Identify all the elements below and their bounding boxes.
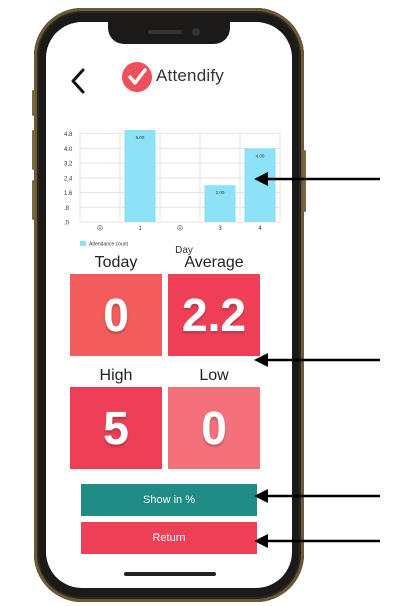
- arrow-to-show-percent-icon: [254, 489, 380, 503]
- phone-notch: [108, 22, 230, 44]
- y-tick-label: .8: [64, 206, 70, 212]
- y-tick-label: 4.0: [64, 147, 73, 153]
- y-tick-label: 2.4: [64, 176, 73, 182]
- attendance-bar-chart: .0 .8 1.6 2.4 3.2 4.0 4.8 ☹ 5.00 1 ☹ 2.00 3 4.00 4 Atte…: [64, 130, 281, 256]
- speaker-grille: [148, 30, 182, 34]
- front-camera: [192, 28, 200, 36]
- data-label: 4.00: [256, 153, 265, 158]
- data-label: 2.00: [216, 190, 225, 195]
- chevron-left-icon: [71, 68, 85, 94]
- x-tick-label: 1: [138, 226, 142, 232]
- arrow-to-chart-icon: [254, 172, 380, 186]
- data-label: 5.00: [136, 135, 145, 140]
- y-tick-label: 4.8: [64, 132, 73, 138]
- high-value-tile: 5: [70, 387, 162, 469]
- y-tick-label: 1.6: [64, 191, 73, 197]
- arrow-to-return-icon: [254, 534, 380, 548]
- app-title: Attendify: [156, 66, 224, 85]
- phone-volume-up-button: [32, 130, 35, 170]
- phone-side-button: [32, 90, 35, 116]
- x-tick-label: ☹: [97, 225, 103, 232]
- app-logo: [122, 62, 152, 92]
- x-tick-label: 4: [258, 226, 262, 232]
- average-value-tile: 2.2: [168, 274, 260, 356]
- today-label: Today: [94, 254, 138, 271]
- phone-volume-down-button: [32, 180, 35, 220]
- y-tick-label: 3.2: [64, 162, 73, 168]
- high-label: High: [99, 367, 133, 384]
- back-button[interactable]: [66, 66, 92, 96]
- low-label: Low: [199, 367, 229, 384]
- legend-swatch: [80, 241, 86, 246]
- return-button[interactable]: Return: [81, 522, 257, 554]
- legend-label: Attendance count: [89, 242, 129, 248]
- low-value-tile: 0: [168, 387, 260, 469]
- home-indicator: [124, 572, 216, 576]
- checkmark-icon: [128, 68, 147, 85]
- y-tick-label: .0: [64, 221, 70, 227]
- average-label: Average: [184, 254, 244, 271]
- x-tick-label: 3: [218, 226, 222, 232]
- x-tick-label: ☹: [177, 225, 183, 232]
- show-percent-button[interactable]: Show in %: [81, 484, 257, 516]
- bar: [124, 130, 156, 222]
- today-value-tile: 0: [70, 274, 162, 356]
- arrow-to-stats-icon: [254, 353, 380, 367]
